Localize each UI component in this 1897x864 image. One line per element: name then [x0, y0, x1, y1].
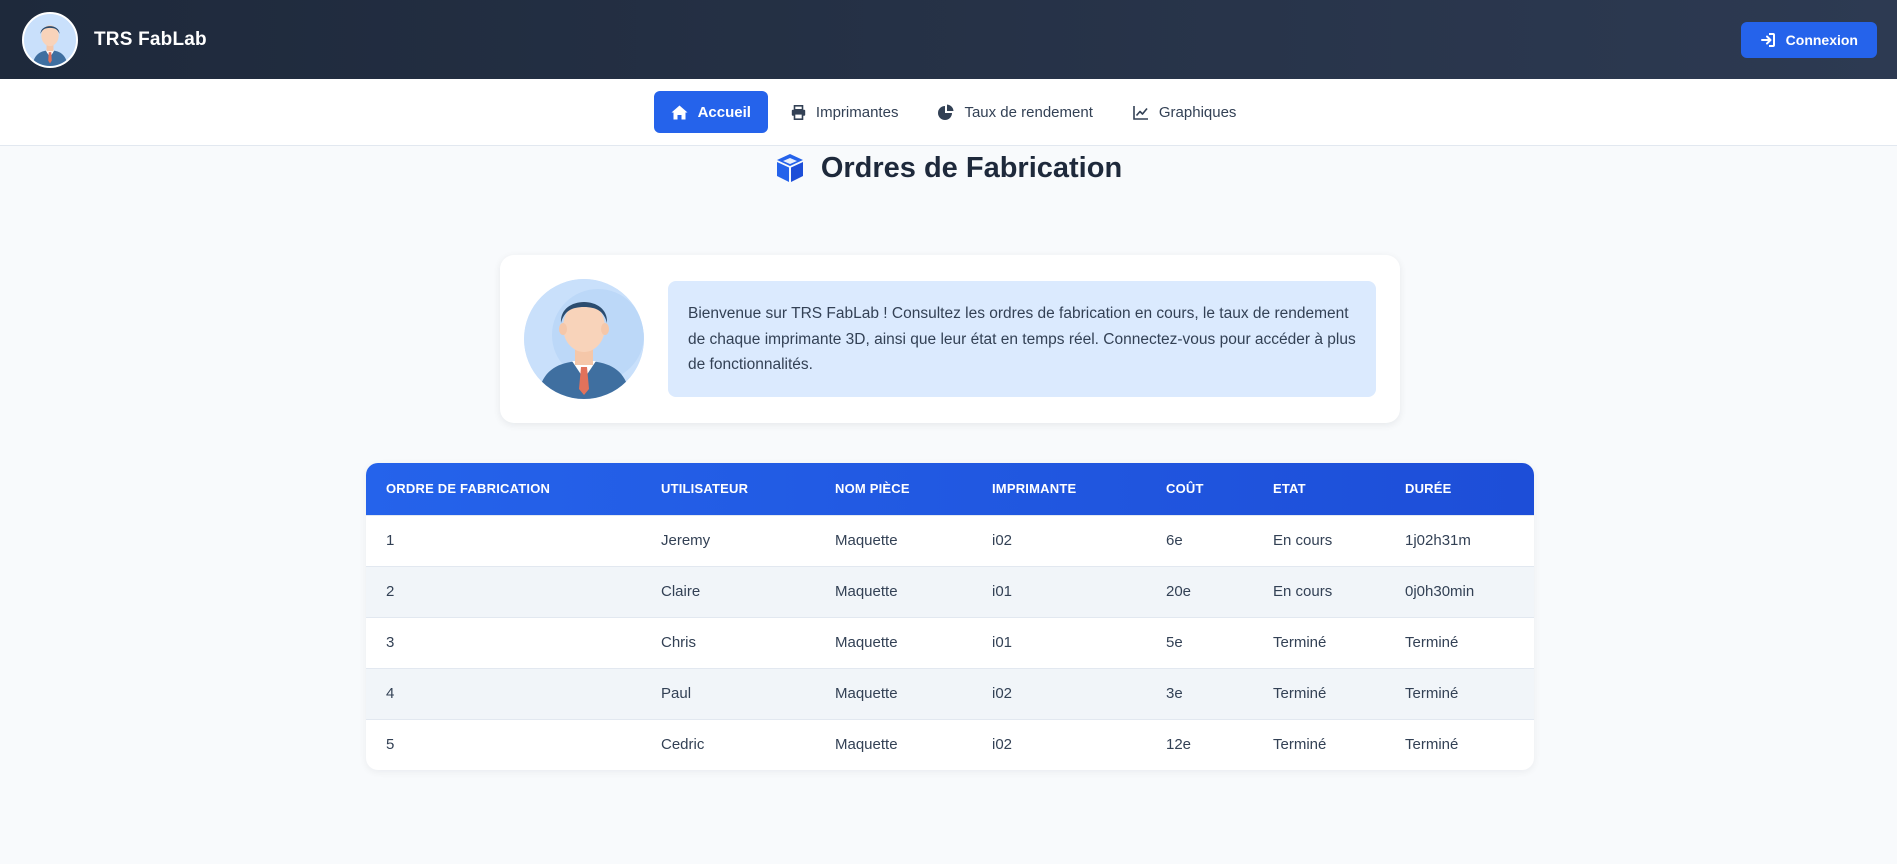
cell-etat: En cours — [1253, 565, 1385, 617]
cell-nom-piece: Maquette — [815, 514, 972, 566]
cell-duree: Terminé — [1385, 616, 1534, 668]
nav-item-graphiques[interactable]: Graphiques — [1116, 91, 1254, 133]
column-header-etat[interactable]: ETAT — [1253, 463, 1385, 515]
nav-item-imprimantes[interactable]: Imprimantes — [774, 91, 916, 133]
cube-icon — [776, 154, 803, 182]
nav-label-imprimantes: Imprimantes — [815, 103, 899, 121]
cell-etat: En cours — [1253, 514, 1385, 566]
cell-utilisateur: Jeremy — [641, 514, 815, 566]
cell-cout: 12e — [1146, 718, 1253, 770]
cell-imprimante: i02 — [972, 514, 1146, 566]
cell-utilisateur: Claire — [641, 565, 815, 617]
main-nav: Accueil Imprimantes Taux de rendement Gr… — [0, 79, 1897, 146]
cell-nom-piece: Maquette — [815, 565, 972, 617]
cell-nom-piece: Maquette — [815, 718, 972, 770]
home-icon — [671, 105, 688, 119]
page-title-row: Ordres de Fabrication — [0, 148, 1897, 188]
nav-item-taux-de-rendement[interactable]: Taux de rendement — [921, 91, 1109, 133]
table-header-row: ORDRE DE FABRICATION UTILISATEUR NOM PIÈ… — [366, 463, 1534, 515]
cell-imprimante: i01 — [972, 616, 1146, 668]
cell-ordre: 1 — [366, 514, 641, 566]
page-title: Ordres de Fabrication — [820, 151, 1123, 184]
column-header-cout[interactable]: COÛT — [1146, 463, 1253, 515]
printer-icon — [791, 104, 806, 120]
cell-cout: 20e — [1146, 565, 1253, 617]
column-header-imprimante[interactable]: IMPRIMANTE — [972, 463, 1146, 515]
cell-duree: Terminé — [1385, 718, 1534, 770]
cell-cout: 6e — [1146, 514, 1253, 566]
cell-ordre: 4 — [366, 667, 641, 719]
cell-ordre: 3 — [366, 616, 641, 668]
cell-duree: 0j0h30min — [1385, 565, 1534, 617]
cell-etat: Terminé — [1253, 718, 1385, 770]
top-header: TRS FabLab Connexion — [0, 0, 1897, 79]
login-label: Connexion — [1785, 31, 1858, 48]
column-header-nom-piece[interactable]: NOM PIÈCE — [815, 463, 972, 515]
cell-imprimante: i01 — [972, 565, 1146, 617]
table-row[interactable]: 3 Chris Maquette i01 5e Terminé Terminé — [366, 616, 1534, 668]
cell-ordre: 5 — [366, 718, 641, 770]
table-row[interactable]: 4 Paul Maquette i02 3e Terminé Terminé — [366, 667, 1534, 719]
cell-nom-piece: Maquette — [815, 616, 972, 668]
table-row[interactable]: 2 Claire Maquette i01 20e En cours 0j0h3… — [366, 565, 1534, 617]
pie-chart-icon — [938, 104, 954, 120]
cell-cout: 3e — [1146, 667, 1253, 719]
cell-duree: Terminé — [1385, 667, 1534, 719]
nav-label-accueil: Accueil — [697, 103, 751, 121]
cell-cout: 5e — [1146, 616, 1253, 668]
brand[interactable]: TRS FabLab — [22, 11, 207, 68]
user-avatar-icon — [524, 279, 644, 399]
cell-etat: Terminé — [1253, 667, 1385, 719]
login-button[interactable]: Connexion — [1740, 21, 1877, 58]
cell-ordre: 2 — [366, 565, 641, 617]
cell-utilisateur: Cedric — [641, 718, 815, 770]
nav-label-graphiques: Graphiques — [1158, 103, 1237, 121]
brand-avatar-icon — [22, 11, 78, 68]
cell-etat: Terminé — [1253, 616, 1385, 668]
cell-imprimante: i02 — [972, 718, 1146, 770]
column-header-utilisateur[interactable]: UTILISATEUR — [641, 463, 815, 515]
cell-duree: 1j02h31m — [1385, 514, 1534, 566]
welcome-message: Bienvenue sur TRS FabLab ! Consultez les… — [668, 281, 1376, 397]
brand-title: TRS FabLab — [94, 28, 207, 50]
cell-utilisateur: Paul — [641, 667, 815, 719]
line-chart-icon — [1133, 105, 1148, 120]
orders-table: ORDRE DE FABRICATION UTILISATEUR NOM PIÈ… — [366, 463, 1534, 770]
nav-label-taux-de-rendement: Taux de rendement — [964, 103, 1093, 121]
column-header-duree[interactable]: DURÉE — [1385, 463, 1534, 515]
table-row[interactable]: 1 Jeremy Maquette i02 6e En cours 1j02h3… — [366, 514, 1534, 566]
welcome-card: Bienvenue sur TRS FabLab ! Consultez les… — [500, 255, 1400, 423]
sign-in-icon — [1760, 32, 1775, 47]
cell-nom-piece: Maquette — [815, 667, 972, 719]
cell-utilisateur: Chris — [641, 616, 815, 668]
nav-item-accueil[interactable]: Accueil — [653, 91, 768, 133]
table-row[interactable]: 5 Cedric Maquette i02 12e Terminé Termin… — [366, 718, 1534, 770]
cell-imprimante: i02 — [972, 667, 1146, 719]
column-header-ordre[interactable]: ORDRE DE FABRICATION — [366, 463, 641, 515]
